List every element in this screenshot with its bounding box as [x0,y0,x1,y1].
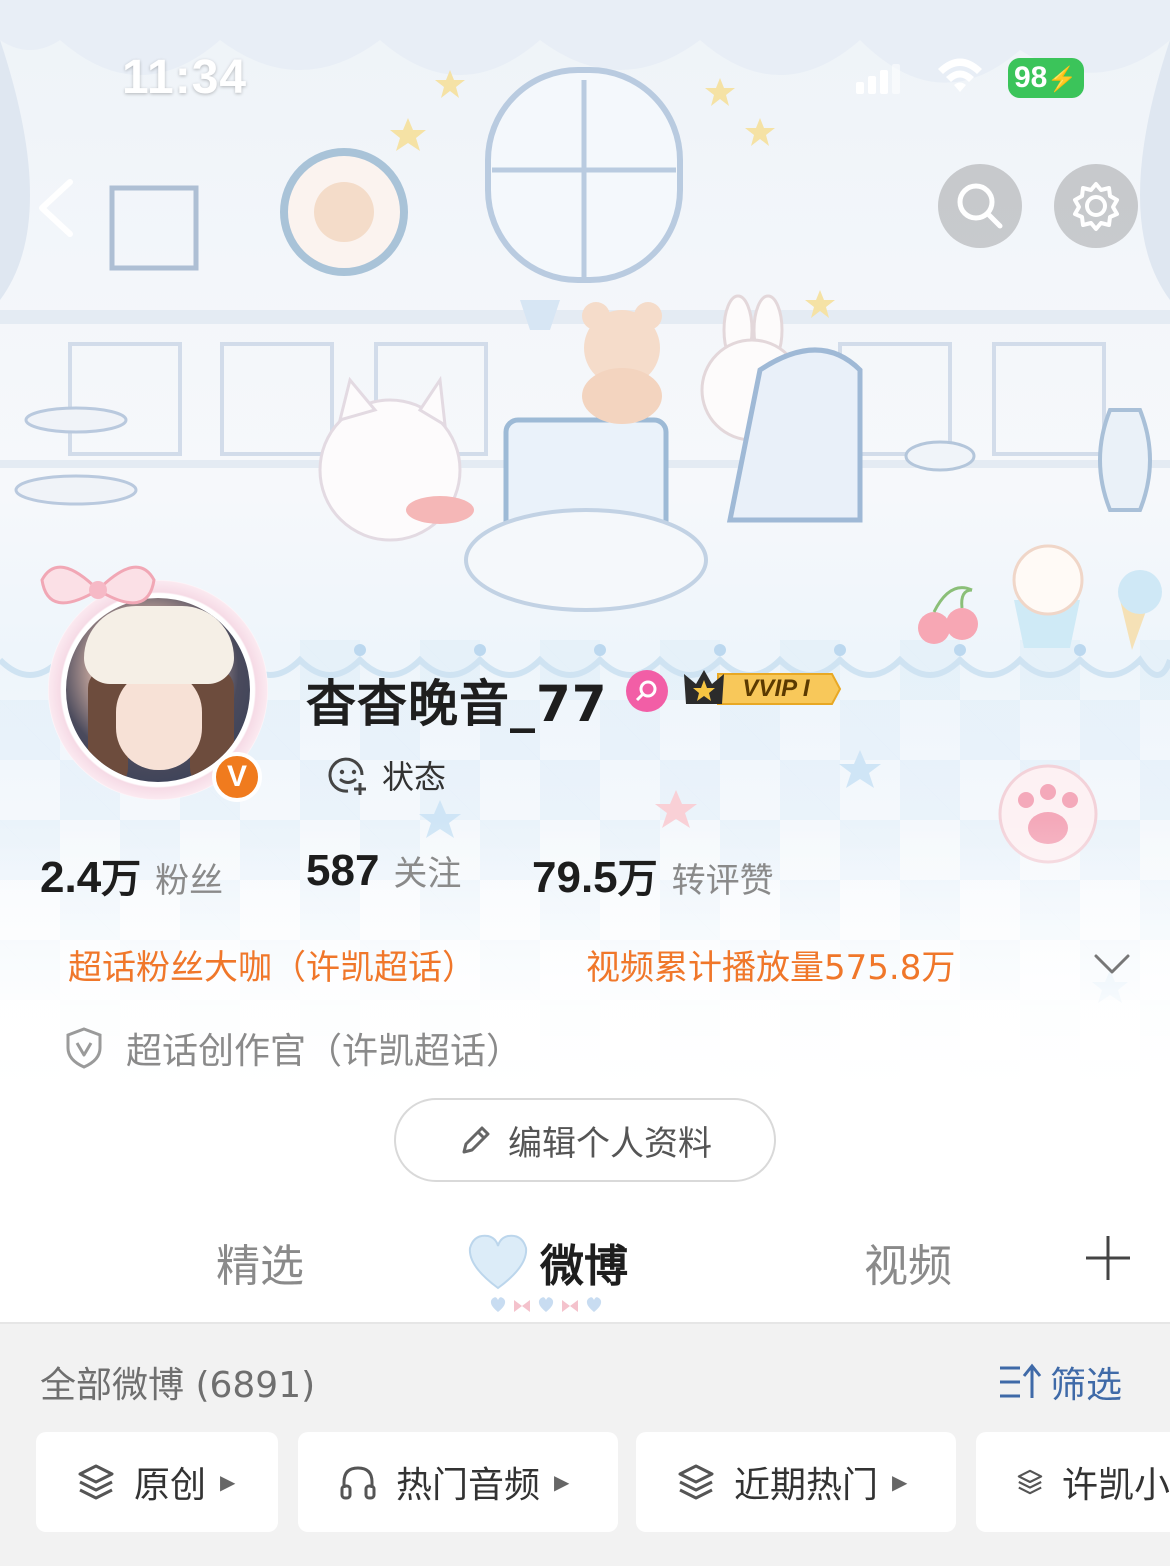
username: 杳杳晚音_77 [306,675,608,733]
edit-profile-button[interactable]: 编辑个人资料 [394,1098,776,1182]
followers-label: 粉丝 [155,861,224,901]
chip-hot-audio[interactable]: 热门音频 ▶ [298,1432,618,1532]
creator-label: 超话创作官（许凯超话） [126,1031,523,1072]
following-count: 587 [306,846,380,895]
engagement-stat[interactable]: 79.5万 转评赞 [532,846,774,904]
gear-icon [1073,182,1119,231]
active-tab-indicator [490,1297,602,1312]
chip-recent-hot[interactable]: 近期热门 ▶ [636,1432,956,1532]
followers-count: 2.4 [40,853,102,902]
status-label: 状态 [382,758,447,796]
tab-video[interactable]: 视频 [864,1230,952,1294]
add-tab-icon[interactable] [1084,1234,1132,1282]
chip-label: 原创 [134,1465,207,1506]
chip-label: 热门音频 [396,1465,541,1506]
chip-original[interactable]: 原创 ▶ [36,1432,278,1532]
engagement-count: 79.5 [532,853,618,902]
filter-button[interactable]: 筛选 [998,1356,1122,1408]
video-plays-tag[interactable]: 视频累计播放量575.8万 [586,940,955,989]
search-icon [957,183,1003,229]
avatar-container[interactable]: V [38,565,278,810]
chip-xukai[interactable]: 许凯小 [976,1432,1170,1532]
layers-icon [1017,1469,1043,1495]
settings-button[interactable] [1054,164,1138,248]
super-fan-tag[interactable]: 超话粉丝大咖（许凯超话） [68,940,476,989]
chevron-down-icon[interactable] [1092,948,1132,978]
engagement-unit: 万 [617,856,658,902]
cellular-signal-icon [856,64,900,94]
filter-label: 筛选 [1050,1365,1123,1406]
layers-icon [78,1464,114,1500]
status-time: 11:34 [122,51,248,104]
back-arrow-icon[interactable] [30,178,90,238]
chevron-right-icon: ▶ [892,1470,908,1494]
edit-profile-label: 编辑个人资料 [508,1123,712,1164]
headphones-icon [340,1466,376,1500]
verified-badge: V [212,752,262,802]
feed-title: 全部微博 (6891) [40,1365,316,1406]
heart-tab-decoration-icon [468,1234,528,1290]
female-gender-icon [626,670,668,712]
battery-level: 98 [1014,61,1048,94]
layers-icon [678,1464,714,1500]
bow-icon [40,565,156,605]
creator-badge-row[interactable]: 超话创作官（许凯超话） [64,1022,522,1074]
filter-sort-icon [1000,1363,1042,1398]
following-stat[interactable]: 587 关注 [306,846,461,896]
vip-badge[interactable]: VVIP I [682,664,842,714]
battery-indicator: 98⚡ [1008,58,1084,98]
engagement-label: 转评赞 [671,861,774,901]
vip-level-label: VVIP I [742,675,810,702]
set-status-button[interactable]: 状态 [326,752,446,798]
following-label: 关注 [393,854,462,894]
chevron-right-icon: ▶ [220,1470,236,1494]
wifi-icon [938,58,982,92]
search-button[interactable] [938,164,1022,248]
chip-label: 许凯小 [1061,1465,1170,1506]
tab-weibo[interactable]: 微博 [540,1230,628,1294]
tab-featured[interactable]: 精选 [216,1230,304,1294]
shield-icon [66,1027,102,1069]
followers-stat[interactable]: 2.4万 粉丝 [40,846,223,904]
profile-cover-banner[interactable] [0,0,1170,1090]
charging-bolt-icon: ⚡ [1047,66,1078,93]
pencil-icon [462,1126,490,1154]
chip-label: 近期热门 [734,1465,879,1506]
followers-unit: 万 [101,856,142,902]
status-smiley-plus-icon [328,757,366,795]
chevron-right-icon: ▶ [554,1470,570,1494]
